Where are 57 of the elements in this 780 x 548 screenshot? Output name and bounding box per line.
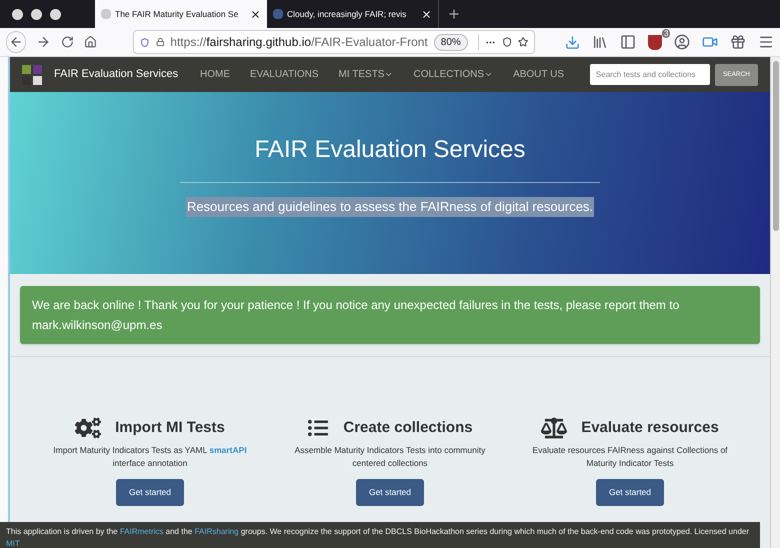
new-tab-icon[interactable] — [447, 7, 461, 21]
download-icon[interactable] — [565, 34, 580, 50]
smartapi-link[interactable]: smartAPI — [209, 444, 247, 454]
nav-link[interactable]: COLLECTIONS — [413, 67, 494, 82]
menu-icon[interactable] — [758, 34, 774, 50]
zoom-badge[interactable]: 80% — [434, 34, 468, 50]
feature-title: Import MI Tests — [115, 418, 225, 438]
feature-description: Import Maturity Indicators Tests as YAML smartAPI interface annotation — [52, 444, 248, 470]
alert-text: We are back online ! Thank you for your patience ! If you notice any unexpected failures in the tests, please report them to mark.wilkinson@upm.es — [32, 297, 680, 334]
caret-icon — [484, 70, 494, 79]
footer-link[interactable]: MIT — [6, 539, 20, 548]
back-button[interactable] — [6, 31, 26, 53]
home-icon[interactable] — [84, 35, 97, 49]
brand-title[interactable]: FAIR Evaluation Services — [54, 66, 200, 83]
tab-favicon-icon — [273, 9, 283, 19]
tab-title: The FAIR Maturity Evaluation Se — [115, 8, 240, 20]
feature-description: Assemble Maturity Indicators Tests into community centered collections — [294, 444, 486, 470]
scale-icon — [541, 417, 568, 440]
get-started-button[interactable]: Get started — [116, 478, 184, 506]
footer-link[interactable]: FAIRmetrics — [120, 527, 164, 536]
address-bar[interactable]: https://fairsharing.github.io/FAIR-Evaluator-Front 80% — [133, 30, 535, 54]
nav-link[interactable]: ABOUT US — [513, 67, 564, 82]
footer-text: This application is driven by the FAIRmetrics and the FAIRsharing groups. We recognize the support of the DBCLS BioHackathon series during which much of the back-end code was prototyped. Licensed under MIT — [0, 522, 760, 548]
hero-subtitle: Resources and guidelines to assess the FAIRness of digital resources. — [186, 197, 594, 216]
close-icon[interactable] — [250, 8, 261, 20]
scrollbar-thumb[interactable] — [772, 61, 778, 231]
library-icon[interactable] — [592, 34, 608, 50]
logo-icon — [22, 64, 42, 84]
account-icon[interactable] — [674, 34, 690, 50]
gears-icon — [75, 417, 102, 440]
nav-link[interactable]: HOME — [200, 67, 230, 82]
shield-extension-icon[interactable] — [648, 34, 662, 50]
get-started-button[interactable]: Get started — [596, 478, 664, 506]
nav-link[interactable]: EVALUATIONS — [250, 67, 319, 82]
reload-icon[interactable] — [61, 35, 74, 49]
browser-tab[interactable]: The FAIR Maturity Evaluation Se — [95, 0, 267, 28]
star-icon[interactable] — [518, 35, 528, 49]
shield-icon — [140, 36, 150, 48]
feature-title: Evaluate resources — [581, 418, 719, 438]
close-icon[interactable] — [421, 8, 432, 20]
hero-title: FAIR Evaluation Services — [254, 135, 526, 165]
feature-title: Create collections — [343, 418, 473, 438]
feature-description: Evaluate resources FAIRness against Collections of Maturity Indicator Tests — [531, 444, 729, 470]
caret-icon — [384, 70, 394, 79]
extension-badge: 3 — [662, 28, 670, 38]
gift-icon[interactable] — [730, 34, 746, 50]
nav-link[interactable]: MI TESTS — [338, 67, 394, 82]
browser-tab[interactable]: Cloudy, increasingly FAIR; revis — [267, 0, 439, 28]
tab-favicon-icon — [101, 9, 111, 19]
search-field[interactable]: Search tests and collections — [590, 64, 710, 85]
get-started-button[interactable]: Get started — [356, 478, 424, 506]
list-icon — [307, 418, 330, 438]
tab-title: Cloudy, increasingly FAIR; revis — [287, 8, 408, 20]
sidebar-icon[interactable] — [620, 34, 636, 50]
footer-link[interactable]: FAIRsharing — [194, 527, 239, 536]
lock-icon — [156, 36, 164, 48]
url-text: https://fairsharing.github.io/FAIR-Evaluator-Front — [170, 34, 428, 51]
